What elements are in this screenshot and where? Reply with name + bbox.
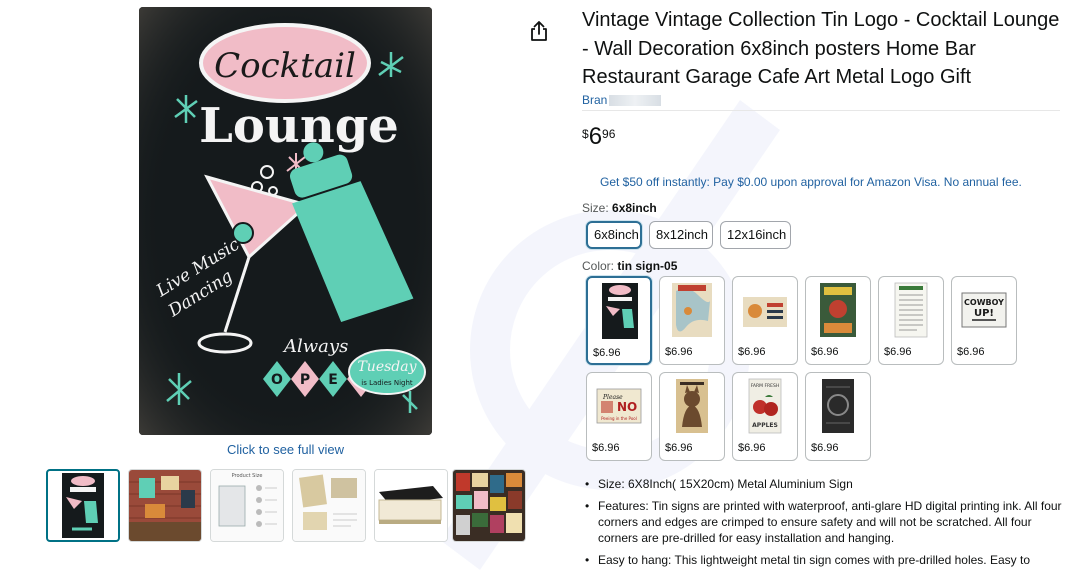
feature-bullets: Size: 6X8Inch( 15X20cm) Metal Aluminium … [582,476,1062,573]
color-swatch-8[interactable]: $6.96 [659,372,725,461]
cowboy-text-1: COWBOY [964,298,1004,307]
product-title: Vintage Vintage Collection Tin Logo - Co… [582,9,1060,88]
color-label: Color: tin sign-05 [582,259,677,273]
sign-ladies-night: is Ladies Night [361,379,413,387]
size-selected: 6x8inch [612,201,657,215]
sign-open-e: E [328,372,338,388]
sign-title: Cocktail [214,46,356,86]
price: $696 [582,124,615,150]
swatch-list-image [894,282,928,338]
thumbnail-6[interactable] [452,469,526,542]
feature-bullet-hang: Easy to hang: This lightweight metal tin… [582,552,1062,568]
swatch-no-pool-image: Please NO Peeing in the Pool [596,388,642,424]
apples-text-2: APPLES [752,422,778,429]
size-option-6x8[interactable]: 6x8inch [586,221,642,249]
size-label: Size: 6x8inch [582,201,657,215]
swatch-price: $6.96 [884,346,912,358]
swatch-price: $6.96 [811,442,839,454]
thumb-product-size: Product Size [232,473,263,479]
size-option-8x12[interactable]: 8x12inch [649,221,713,249]
thumbnail-4[interactable] [292,469,366,542]
thumbnail-1[interactable] [46,469,120,542]
swatch-price: $6.96 [665,442,693,454]
thumbnail-5[interactable] [374,469,448,542]
color-swatch-10[interactable]: $6.96 [805,372,871,461]
swatch-price: $6.96 [811,346,839,358]
color-swatch-5[interactable]: $6.96 [878,276,944,365]
swatch-lounge-image [602,283,638,339]
swatch-bar-image [820,283,856,337]
swatch-price: $6.96 [738,346,766,358]
swatch-apples-image: FARM FRESH APPLES [748,378,782,434]
main-product-image[interactable]: Cocktail Lounge Live Music Dancing Alway… [139,7,432,435]
cowboy-text-2: UP! [974,308,994,319]
swatch-dark-image [822,379,854,433]
see-full-view-link[interactable]: Click to see full view [139,442,432,457]
color-swatch-4[interactable]: $6.96 [805,276,871,365]
title-divider [582,110,1060,111]
price-whole: 6 [588,123,603,150]
color-swatch-1[interactable]: $6.96 [586,276,652,365]
promo-link[interactable]: Get $50 off instantly: Pay $0.00 upon ap… [600,175,1022,189]
color-swatch-2[interactable]: $6.96 [659,276,725,365]
feature-bullet-size: Size: 6X8Inch( 15X20cm) Metal Aluminium … [582,476,1062,492]
brand-name-blurred [609,95,662,107]
pool-text-3: Peeing in the Pool [601,416,637,421]
thumbnail-3[interactable]: Product Size [210,469,284,542]
swatch-price: $6.96 [592,442,620,454]
swatch-map-image [672,283,712,337]
swatch-price: $6.96 [593,347,621,359]
feature-bullet-features: Features: Tin signs are printed with wat… [582,498,1062,546]
swatch-burger-image [743,297,787,327]
color-swatch-9[interactable]: FARM FRESH APPLES $6.96 [732,372,798,461]
color-swatch-3[interactable]: $6.96 [732,276,798,365]
color-selected: tin sign-05 [617,259,678,273]
swatch-price: $6.96 [738,442,766,454]
share-icon[interactable] [529,20,549,42]
pool-text-2: NO [617,400,637,414]
swatch-price: $6.96 [665,346,693,358]
apples-text-1: FARM FRESH [751,383,780,389]
sign-always: Always [282,336,348,357]
swatch-cowboy-image: COWBOY UP! [961,292,1007,328]
sign-open-p: P [300,372,310,388]
color-swatch-7[interactable]: Please NO Peeing in the Pool $6.96 [586,372,652,461]
price-fraction: 96 [602,127,616,141]
color-label-text: Color: [582,259,615,273]
thumbnail-2[interactable] [128,469,202,542]
size-label-text: Size: [582,201,609,215]
price-symbol: $ [582,127,589,141]
brand-link[interactable]: Bran [582,93,662,107]
sign-lounge: Lounge [199,98,399,154]
swatch-price: $6.96 [957,346,985,358]
sign-tuesday: Tuesday [357,359,417,375]
size-option-12x16[interactable]: 12x16inch [720,221,791,249]
color-swatch-6[interactable]: COWBOY UP! $6.96 [951,276,1017,365]
swatch-cat-image [676,379,708,433]
sign-open-o: O [271,372,283,388]
brand-label: Bran [582,93,608,107]
